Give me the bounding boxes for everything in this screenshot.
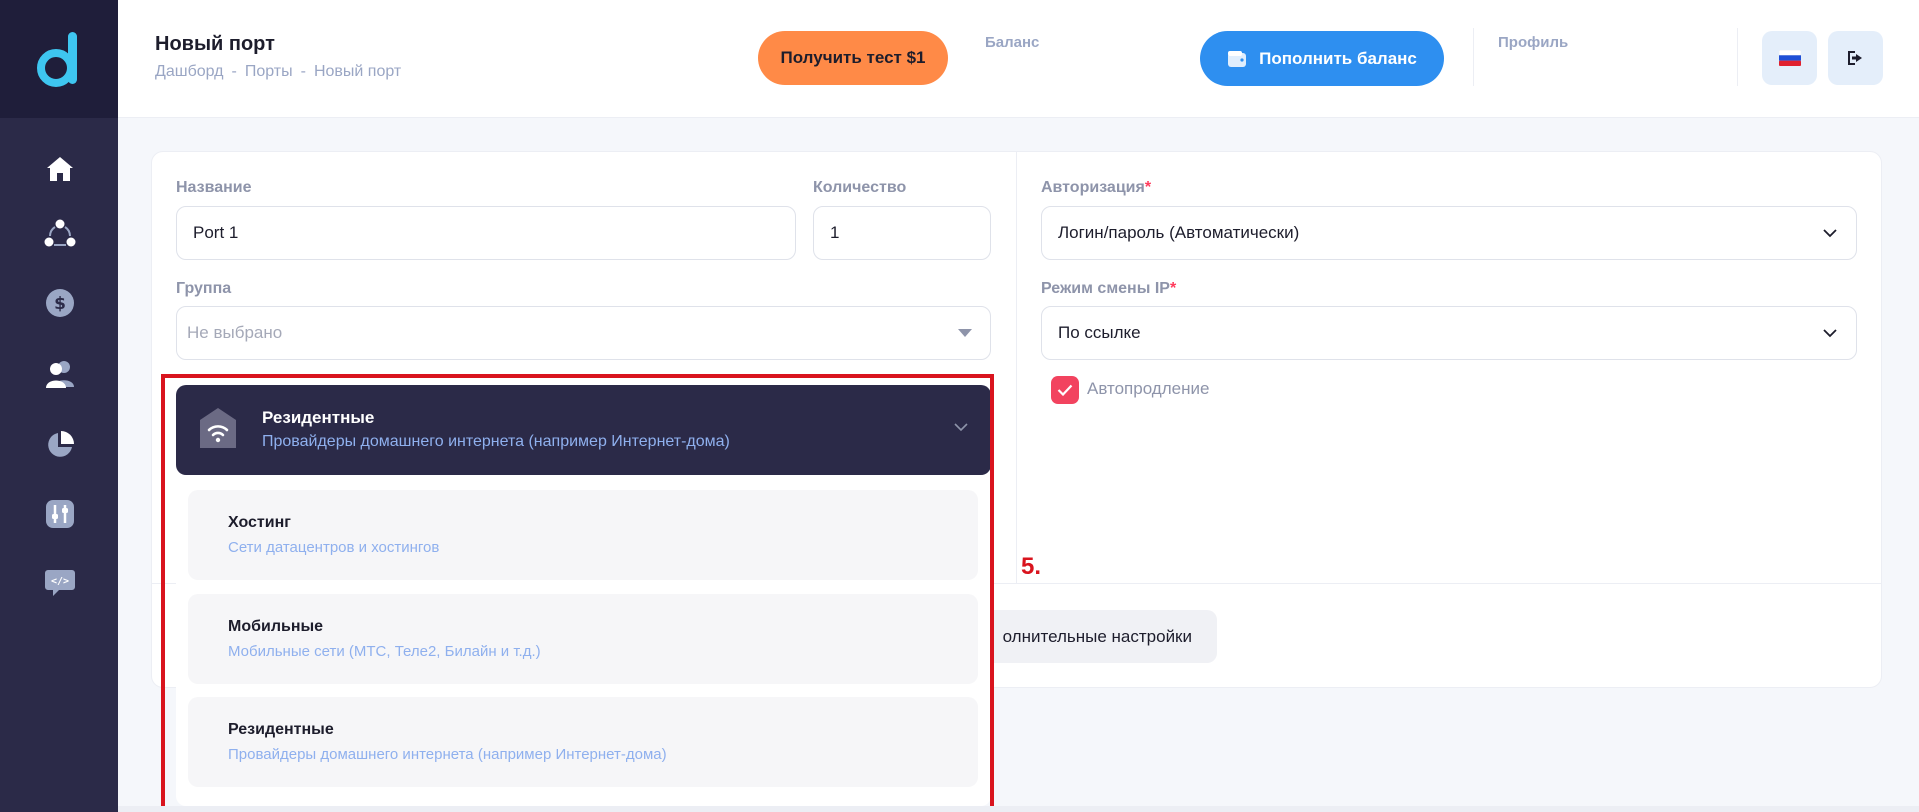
profile-label[interactable]: Профиль xyxy=(1498,34,1568,51)
option-mobile[interactable]: Мобильные Мобильные сети (МТС, Теле2, Би… xyxy=(188,594,978,684)
auth-label: Авторизация* xyxy=(1041,179,1151,197)
breadcrumb-separator: - xyxy=(300,63,306,80)
bottom-edge xyxy=(118,806,1919,812)
users-icon xyxy=(46,361,74,388)
dollar-icon: $ xyxy=(46,289,74,317)
breadcrumb-current: Новый порт xyxy=(313,63,402,80)
autorenew-checkbox[interactable] xyxy=(1051,376,1079,404)
step-number-annotation: 5. xyxy=(1021,553,1042,580)
caret-down-icon xyxy=(958,329,972,337)
chevron-down-icon xyxy=(1823,329,1837,338)
ip-mode-label: Режим смены IP* xyxy=(1041,280,1176,298)
required-mark: * xyxy=(1144,179,1152,196)
logo[interactable] xyxy=(0,0,118,118)
name-label: Название xyxy=(176,179,252,196)
name-input-value: Port 1 xyxy=(193,223,239,242)
sidebar-item-finance[interactable]: $ xyxy=(43,286,77,320)
group-label: Группа xyxy=(176,280,232,297)
pie-chart-icon xyxy=(48,431,74,457)
option-title: Хостинг xyxy=(228,514,291,531)
option-subtitle: Мобильные сети (МТС, Теле2, Билайн и т.д… xyxy=(228,643,541,660)
language-button[interactable] xyxy=(1762,31,1817,85)
option-subtitle: Сети датацентров и хостингов xyxy=(228,539,440,556)
sidebar-item-network[interactable] xyxy=(43,216,77,250)
auth-label-text: Авторизация xyxy=(1041,179,1145,196)
chevron-down-icon xyxy=(1823,229,1837,238)
chevron-down-icon xyxy=(954,423,968,432)
sidebar-item-home[interactable] xyxy=(43,152,77,186)
breadcrumb-ports[interactable]: Порты xyxy=(245,63,293,81)
svg-text:</>: </> xyxy=(51,576,69,587)
option-subtitle: Провайдеры домашнего интернета (например… xyxy=(228,746,667,763)
sidebar: $ </> xyxy=(0,0,118,812)
get-test-button[interactable]: Получить тест $1 xyxy=(758,31,948,85)
russia-flag-icon xyxy=(1778,50,1801,66)
breadcrumb-dashboard[interactable]: Дашборд xyxy=(155,63,224,81)
quantity-label: Количество xyxy=(813,179,907,196)
option-hosting[interactable]: Хостинг Сети датацентров и хостингов xyxy=(188,490,978,580)
sidebar-item-stats[interactable] xyxy=(43,428,77,462)
header-divider xyxy=(1737,28,1738,86)
group-select[interactable]: Не выбрано xyxy=(176,306,991,360)
header-divider xyxy=(1473,28,1474,86)
home-icon xyxy=(47,157,73,181)
sidebar-item-users[interactable] xyxy=(43,357,77,391)
option-residential[interactable]: Резидентные Провайдеры домашнего интерне… xyxy=(188,697,978,787)
logout-icon xyxy=(1847,51,1862,65)
proxy-type-options: Хостинг Сети датацентров и хостингов Моб… xyxy=(176,476,991,806)
selected-type-title: Резидентные xyxy=(262,408,375,427)
code-icon: </> xyxy=(45,570,75,596)
breadcrumb: Дашборд - Порты - Новый порт xyxy=(155,63,401,81)
sliders-icon xyxy=(46,500,74,528)
topup-balance-button[interactable]: Пополнить баланс xyxy=(1200,31,1444,86)
balance-label: Баланс xyxy=(985,34,1040,51)
ip-mode-select-value: По ссылке xyxy=(1058,323,1141,342)
ip-mode-label-text: Режим смены IP xyxy=(1041,280,1170,297)
checkmark-icon xyxy=(1057,384,1073,396)
topup-balance-label: Пополнить баланс xyxy=(1259,48,1417,68)
name-input[interactable]: Port 1 xyxy=(176,206,796,260)
auth-select[interactable]: Логин/пароль (Автоматически) xyxy=(1041,206,1857,260)
auth-select-value: Логин/пароль (Автоматически) xyxy=(1058,223,1300,242)
quantity-input[interactable]: 1 xyxy=(813,206,991,260)
quantity-input-value: 1 xyxy=(830,223,840,242)
page-title: Новый порт xyxy=(155,33,275,55)
card-divider xyxy=(1016,152,1017,584)
wallet-icon xyxy=(1228,50,1247,67)
svg-text:$: $ xyxy=(54,294,66,314)
option-title: Мобильные xyxy=(228,618,324,635)
selected-type-subtitle: Провайдеры домашнего интернета (например… xyxy=(262,433,730,450)
proxy-type-select[interactable]: Резидентные Провайдеры домашнего интерне… xyxy=(176,385,991,475)
sidebar-item-api[interactable]: </> xyxy=(43,566,77,600)
option-title: Резидентные xyxy=(228,721,334,738)
logo-d-icon xyxy=(37,32,77,87)
ip-mode-select[interactable]: По ссылке xyxy=(1041,306,1857,360)
house-wifi-icon xyxy=(200,408,236,448)
network-icon xyxy=(44,219,76,247)
group-select-placeholder: Не выбрано xyxy=(187,323,283,342)
logout-button[interactable] xyxy=(1828,31,1883,85)
required-mark: * xyxy=(1169,280,1177,297)
sidebar-item-settings[interactable] xyxy=(43,497,77,531)
top-header: Новый порт Дашборд - Порты - Новый порт … xyxy=(118,0,1919,118)
breadcrumb-separator: - xyxy=(231,63,237,80)
autorenew-label: Автопродление xyxy=(1087,379,1210,398)
